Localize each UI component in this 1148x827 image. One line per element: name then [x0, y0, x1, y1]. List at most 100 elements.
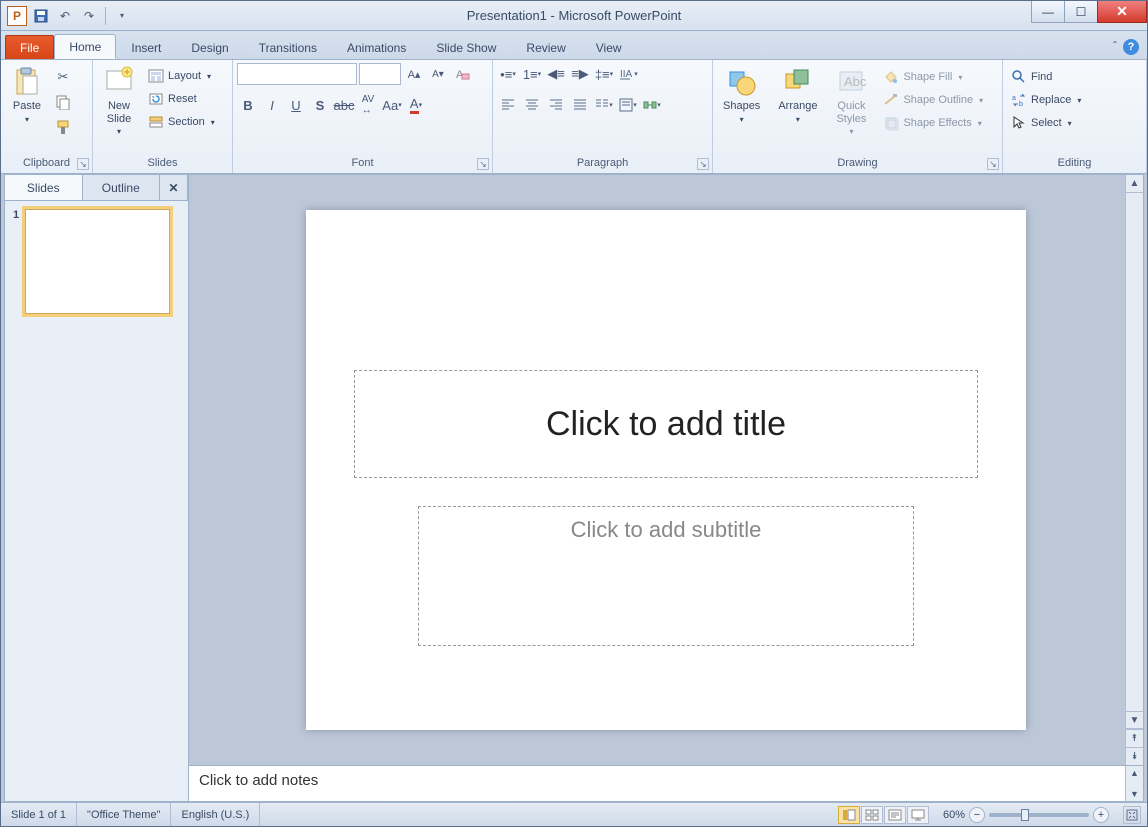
char-spacing-icon[interactable]: AV↔ [357, 94, 379, 116]
shape-fill-button[interactable]: Shape Fill▾ [879, 67, 987, 87]
status-language[interactable]: English (U.S.) [171, 803, 260, 826]
tab-insert[interactable]: Insert [116, 35, 176, 59]
increase-indent-icon[interactable]: ≡▶ [569, 63, 591, 85]
align-text-icon[interactable]: ▾ [617, 94, 639, 116]
layout-button[interactable]: Layout▾ [144, 66, 219, 86]
change-case-icon[interactable]: Aa▾ [381, 94, 403, 116]
main-area: Slides Outline ✕ 1 Click to add title Cl… [4, 174, 1144, 802]
slide-thumbnail-1[interactable] [25, 209, 170, 314]
section-button[interactable]: Section▾ [144, 112, 219, 132]
tab-slideshow[interactable]: Slide Show [421, 35, 511, 59]
quick-styles-button[interactable]: Abc Quick Styles▾ [829, 63, 873, 139]
normal-view-icon[interactable] [838, 806, 860, 824]
tab-transitions[interactable]: Transitions [244, 35, 332, 59]
shadow-icon[interactable]: S [309, 94, 331, 116]
drawing-launcher-icon[interactable]: ↘ [987, 158, 999, 170]
minimize-button[interactable]: — [1031, 1, 1065, 23]
tab-design[interactable]: Design [176, 35, 243, 59]
reset-button[interactable]: Reset [144, 89, 219, 109]
line-spacing-icon[interactable]: ‡≡▾ [593, 63, 615, 85]
columns-icon[interactable]: ▾ [593, 94, 615, 116]
new-slide-icon [103, 66, 135, 98]
notes-scrollbar[interactable]: ▲▼ [1125, 766, 1143, 801]
zoom-slider[interactable] [989, 813, 1089, 817]
font-color-icon[interactable]: A▾ [405, 94, 427, 116]
title-placeholder[interactable]: Click to add title [354, 370, 978, 478]
bold-icon[interactable]: B [237, 94, 259, 116]
zoom-level[interactable]: 60% [943, 809, 965, 821]
help-icon[interactable]: ? [1123, 39, 1139, 55]
slideshow-view-icon[interactable] [907, 806, 929, 824]
tab-animations[interactable]: Animations [332, 35, 421, 59]
scroll-up-icon[interactable]: ▲ [1126, 175, 1143, 193]
numbering-icon[interactable]: 1≡▾ [521, 63, 543, 85]
slide[interactable]: Click to add title Click to add subtitle [306, 210, 1026, 730]
smartart-icon[interactable]: ▾ [641, 94, 663, 116]
paste-button[interactable]: Paste ▾ [5, 63, 49, 127]
notes-pane[interactable]: Click to add notes ▲▼ [189, 765, 1143, 801]
clear-formatting-icon[interactable]: A [451, 63, 473, 85]
save-icon[interactable] [31, 6, 51, 26]
svg-text:IIA: IIA [620, 69, 633, 80]
fit-to-window-icon[interactable] [1123, 806, 1141, 824]
bullets-icon[interactable]: •≡▾ [497, 63, 519, 85]
italic-icon[interactable]: I [261, 94, 283, 116]
align-center-icon[interactable] [521, 94, 543, 116]
vertical-scrollbar[interactable]: ▲ ▼ ⯭ ⯯ [1125, 175, 1143, 765]
strikethrough-icon[interactable]: abc [333, 94, 355, 116]
status-theme[interactable]: "Office Theme" [77, 803, 171, 826]
close-button[interactable]: ✕ [1097, 1, 1147, 23]
panel-tab-slides[interactable]: Slides [5, 175, 83, 200]
font-size-select[interactable] [359, 63, 401, 85]
app-icon[interactable]: P [7, 6, 27, 26]
panel-tab-outline[interactable]: Outline [83, 175, 161, 200]
maximize-button[interactable]: ☐ [1064, 1, 1098, 23]
sorter-view-icon[interactable] [861, 806, 883, 824]
cut-icon[interactable]: ✂ [52, 66, 74, 88]
align-left-icon[interactable] [497, 94, 519, 116]
slide-canvas[interactable]: Click to add title Click to add subtitle… [189, 175, 1143, 765]
tab-file[interactable]: File [5, 35, 54, 59]
decrease-indent-icon[interactable]: ◀≡ [545, 63, 567, 85]
align-right-icon[interactable] [545, 94, 567, 116]
select-button[interactable]: Select▾ [1007, 113, 1076, 133]
qat-customize-icon[interactable]: ▾ [112, 6, 132, 26]
tab-view[interactable]: View [581, 35, 637, 59]
grow-font-icon[interactable]: A▴ [403, 63, 425, 85]
subtitle-placeholder[interactable]: Click to add subtitle [418, 506, 914, 646]
find-button[interactable]: Find [1007, 67, 1056, 87]
reset-icon [148, 91, 164, 107]
prev-slide-icon[interactable]: ⯭ [1126, 729, 1143, 747]
tab-review[interactable]: Review [511, 35, 580, 59]
reading-view-icon[interactable] [884, 806, 906, 824]
text-direction-icon[interactable]: IIA▾ [617, 63, 639, 85]
clipboard-launcher-icon[interactable]: ↘ [77, 158, 89, 170]
zoom-in-icon[interactable]: + [1093, 807, 1109, 823]
undo-icon[interactable]: ↶ [55, 6, 75, 26]
group-label-clipboard: Clipboard [5, 155, 88, 171]
shape-effects-button[interactable]: Shape Effects▾ [879, 113, 987, 133]
scroll-down-icon[interactable]: ▼ [1126, 711, 1143, 729]
zoom-handle[interactable] [1021, 809, 1029, 821]
panel-close-icon[interactable]: ✕ [160, 175, 188, 200]
paragraph-launcher-icon[interactable]: ↘ [697, 158, 709, 170]
shape-outline-button[interactable]: Shape Outline▾ [879, 90, 987, 110]
new-slide-button[interactable]: New Slide ▾ [97, 63, 141, 139]
copy-icon[interactable] [52, 91, 74, 113]
window-controls: — ☐ ✕ [1032, 1, 1147, 23]
shrink-font-icon[interactable]: A▾ [427, 63, 449, 85]
arrange-button[interactable]: Arrange▾ [772, 63, 823, 127]
justify-icon[interactable] [569, 94, 591, 116]
replace-button[interactable]: abReplace▾ [1007, 90, 1085, 110]
status-slide-info[interactable]: Slide 1 of 1 [1, 803, 77, 826]
underline-icon[interactable]: U [285, 94, 307, 116]
next-slide-icon[interactable]: ⯯ [1126, 747, 1143, 765]
tab-home[interactable]: Home [54, 34, 116, 59]
font-launcher-icon[interactable]: ↘ [477, 158, 489, 170]
redo-icon[interactable]: ↷ [79, 6, 99, 26]
format-painter-icon[interactable] [52, 116, 74, 138]
font-family-select[interactable] [237, 63, 357, 85]
shapes-button[interactable]: Shapes▾ [717, 63, 766, 127]
minimize-ribbon-icon[interactable]: ˆ [1113, 39, 1117, 55]
zoom-out-icon[interactable]: − [969, 807, 985, 823]
